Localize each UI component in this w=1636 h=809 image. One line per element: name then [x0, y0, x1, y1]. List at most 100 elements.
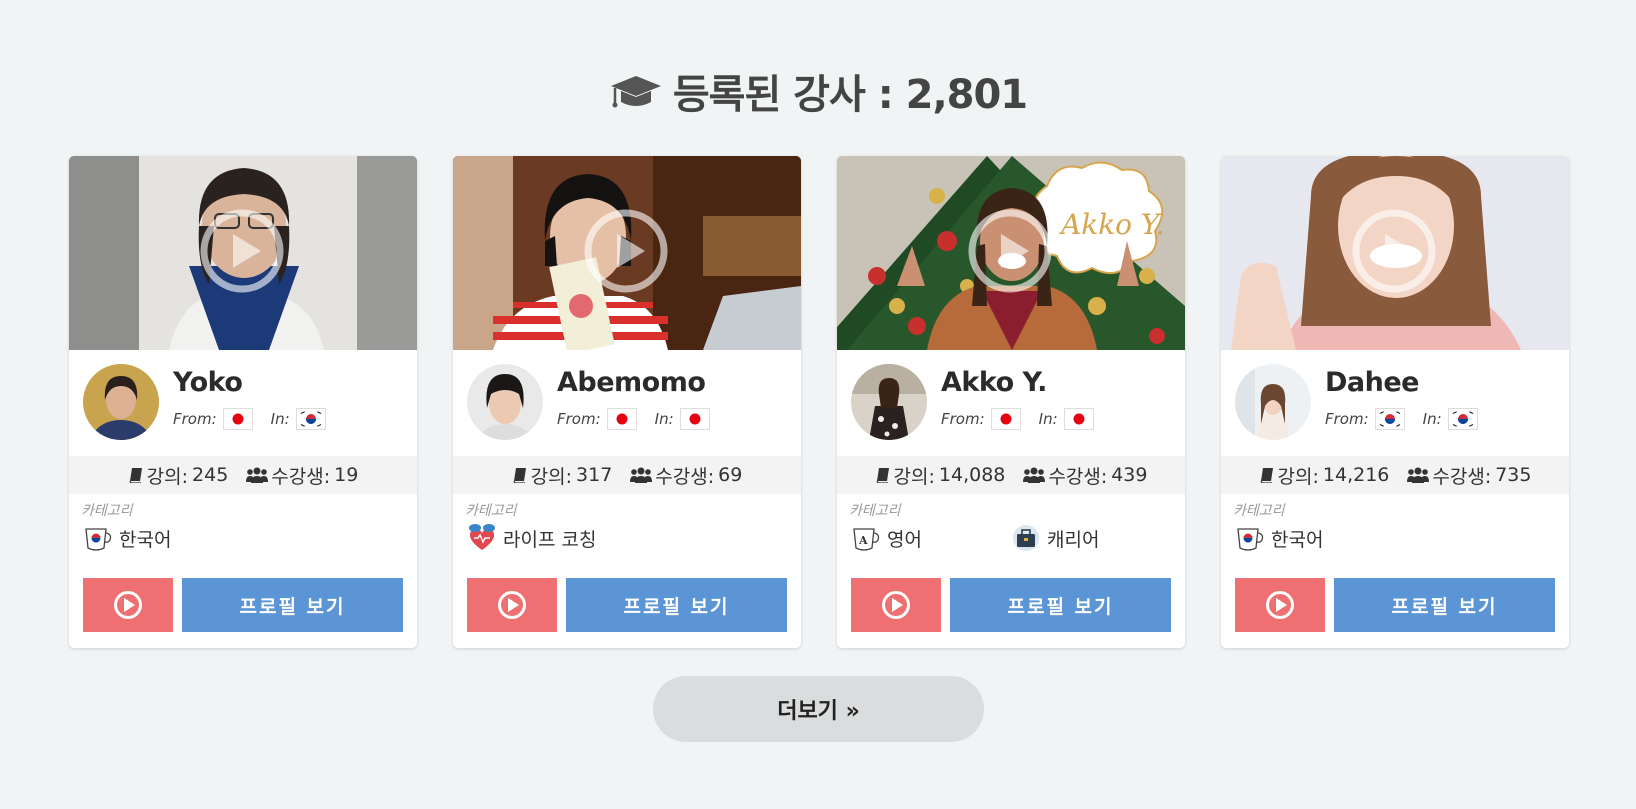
students-stat: 수강생: 439	[1023, 462, 1147, 489]
category-name: 영어	[887, 528, 922, 551]
coffee-cup-english-icon: A	[853, 528, 880, 551]
play-overlay-icon	[1352, 209, 1436, 293]
avatar[interactable]	[1235, 364, 1311, 440]
origin-row: From: In:	[173, 408, 344, 430]
users-icon	[1407, 467, 1430, 483]
book-icon	[875, 468, 889, 483]
teacher-card: Abemomo From: In: 강의: 317 수강생: 69 카테고리 라이프…	[453, 156, 801, 648]
teacher-name[interactable]: Yoko	[173, 367, 243, 398]
play-video-button[interactable]	[1235, 578, 1325, 632]
lessons-stat: 강의: 245	[128, 462, 229, 489]
svg-text:Akko Y.: Akko Y.	[1058, 208, 1165, 241]
video-thumbnail[interactable]: Akko Y.	[837, 156, 1185, 350]
category-label: 카테고리	[81, 503, 133, 519]
page-title-text: 등록된 강사 : 2,801	[672, 72, 1028, 118]
graduation-cap-icon	[609, 72, 663, 122]
heart-chat-icon	[469, 524, 495, 550]
category-item[interactable]: A 영어	[851, 524, 1011, 552]
avatar[interactable]	[83, 364, 159, 440]
video-thumbnail[interactable]	[453, 156, 801, 350]
page-title: 등록된 강사 : 2,801	[0, 62, 1636, 122]
play-video-button[interactable]	[851, 578, 941, 632]
category-item[interactable]: 캐리어	[1011, 524, 1171, 552]
students-stat: 수강생: 735	[1407, 462, 1531, 489]
play-overlay-icon	[968, 209, 1052, 293]
play-icon	[498, 591, 526, 619]
view-profile-button[interactable]: 프로필 보기	[950, 578, 1171, 632]
stats-bar: 강의: 14,088 수강생: 439	[837, 456, 1185, 494]
in-label: In:	[270, 410, 290, 428]
category-item[interactable]: 한국어	[83, 524, 243, 552]
video-thumbnail[interactable]	[1221, 156, 1569, 350]
users-icon	[1023, 467, 1046, 483]
teacher-name[interactable]: Akko Y.	[941, 367, 1047, 398]
briefcase-icon	[1013, 525, 1039, 551]
play-icon	[882, 591, 910, 619]
load-more-button[interactable]: 더보기 »	[653, 676, 984, 742]
from-label: From:	[1325, 410, 1369, 428]
action-buttons: 프로필 보기	[83, 578, 403, 632]
teacher-card: Dahee From: In: 강의: 14,216 수강생: 735 카테고리 한…	[1221, 156, 1569, 648]
japan-flag-icon	[990, 408, 1021, 430]
view-profile-button[interactable]: 프로필 보기	[1334, 578, 1555, 632]
video-thumbnail[interactable]	[69, 156, 417, 350]
stats-bar: 강의: 317 수강생: 69	[453, 456, 801, 494]
in-label: In:	[1038, 410, 1058, 428]
students-count: 735	[1495, 464, 1532, 486]
category-label: 카테고리	[1233, 503, 1285, 519]
category-list: 라이프 코칭	[453, 518, 801, 558]
from-label: From:	[941, 410, 985, 428]
students-count: 19	[334, 464, 359, 486]
category-name: 라이프 코칭	[503, 528, 597, 551]
category-item[interactable]: 한국어	[1235, 524, 1395, 552]
category-list: 한국어	[69, 518, 417, 558]
lessons-stat: 강의: 317	[512, 462, 613, 489]
category-list: A 영어 캐리어	[837, 518, 1185, 558]
japan-flag-icon	[679, 408, 710, 430]
teacher-name[interactable]: Abemomo	[557, 367, 706, 398]
coffee-cup-korea-icon	[1237, 528, 1264, 551]
from-label: From:	[557, 410, 601, 428]
lessons-label: 강의:	[146, 465, 189, 488]
teacher-name[interactable]: Dahee	[1325, 367, 1419, 398]
in-label: In:	[1422, 410, 1442, 428]
book-icon	[1259, 468, 1273, 483]
korea-flag-icon	[1374, 408, 1405, 430]
play-video-button[interactable]	[467, 578, 557, 632]
category-item[interactable]: 라이프 코칭	[467, 524, 627, 552]
coffee-cup-korea-icon	[85, 528, 112, 551]
svg-text:A: A	[858, 534, 868, 547]
students-count: 439	[1111, 464, 1148, 486]
lessons-stat: 강의: 14,088	[875, 462, 1005, 489]
lessons-count: 245	[192, 464, 229, 486]
category-label: 카테고리	[465, 503, 517, 519]
students-label: 수강생:	[1048, 465, 1108, 488]
japan-flag-icon	[1063, 408, 1094, 430]
students-label: 수강생:	[655, 465, 715, 488]
origin-row: From: In:	[1325, 408, 1496, 430]
stats-bar: 강의: 245 수강생: 19	[69, 456, 417, 494]
from-label: From:	[173, 410, 217, 428]
play-overlay-icon	[200, 209, 284, 293]
students-count: 69	[718, 464, 743, 486]
in-label: In:	[654, 410, 674, 428]
action-buttons: 프로필 보기	[1235, 578, 1555, 632]
action-buttons: 프로필 보기	[467, 578, 787, 632]
category-name: 한국어	[1271, 528, 1324, 551]
users-icon	[630, 467, 653, 483]
lessons-label: 강의:	[1277, 465, 1319, 488]
view-profile-button[interactable]: 프로필 보기	[566, 578, 787, 632]
view-profile-button[interactable]: 프로필 보기	[182, 578, 403, 632]
origin-row: From: In:	[941, 408, 1112, 430]
lessons-stat: 강의: 14,216	[1259, 462, 1389, 489]
category-list: 한국어	[1221, 518, 1569, 558]
avatar[interactable]	[851, 364, 927, 440]
play-overlay-icon	[584, 209, 668, 293]
lessons-count: 317	[576, 464, 613, 486]
stats-bar: 강의: 14,216 수강생: 735	[1221, 456, 1569, 494]
avatar[interactable]	[467, 364, 543, 440]
play-video-button[interactable]	[83, 578, 173, 632]
korea-flag-icon	[1447, 408, 1478, 430]
book-icon	[513, 468, 526, 483]
lessons-label: 강의:	[893, 465, 935, 488]
